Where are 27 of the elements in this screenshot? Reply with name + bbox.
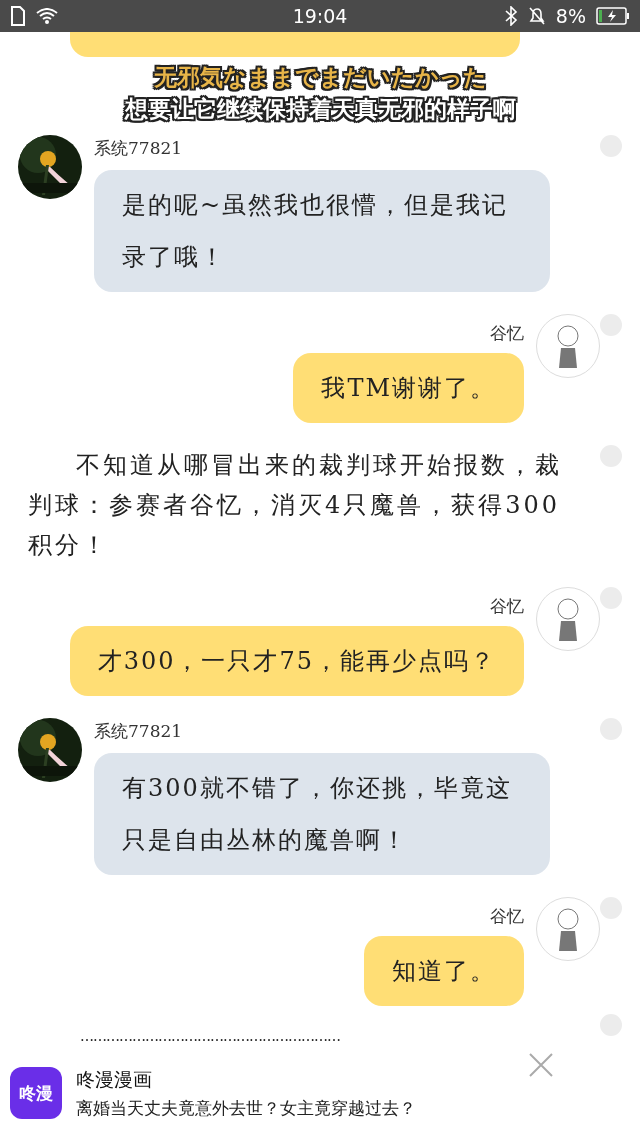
ad-title: 咚漫漫画	[76, 1066, 153, 1092]
ad-text: 离婚当天丈夫竟意外去世？女主竟穿越过去？	[76, 1096, 416, 1120]
dot-icon	[600, 314, 622, 336]
sender-name: 系统77821	[94, 720, 183, 743]
sender-name: 谷忆	[490, 905, 524, 928]
bell-off-icon	[527, 6, 546, 26]
dot-icon	[600, 897, 622, 919]
subtitle: 无邪気なままでまだいたかった	[153, 63, 487, 91]
sender-name: 谷忆	[490, 595, 524, 618]
battery-percent: 8%	[555, 5, 586, 27]
sim-icon	[10, 6, 26, 26]
message-bubble: 才300，一只才75，能再少点吗？	[69, 626, 524, 696]
sender-name: 系统77821	[94, 137, 183, 160]
sender-name: 谷忆	[490, 322, 524, 345]
message-bubble: 是的呢~虽然我也很懵，但是我记录了哦！	[94, 170, 550, 292]
clock: 19:04	[292, 5, 348, 27]
message-bubble: 知道了。	[364, 936, 524, 1006]
dot-icon	[600, 587, 622, 609]
message-bubble: 有300就不错了，你还挑，毕竟这只是自由丛林的魔兽啊！	[94, 753, 550, 875]
bluetooth-icon	[503, 6, 518, 26]
battery-icon	[596, 7, 630, 25]
ellipsis: ……………………………………………………	[80, 1028, 341, 1044]
subtitle: 想要让它继续保持着天真无邪的样子啊	[124, 95, 516, 123]
message-bubble: 我TM谢谢了。	[293, 353, 524, 423]
app-logo: 咚漫	[10, 1067, 62, 1119]
wifi-icon	[36, 8, 58, 24]
narration-text: 不知道从哪冒出来的裁判球开始报数，裁判球：参赛者谷忆，消灭4只魔兽，获得300积分！	[27, 450, 563, 561]
